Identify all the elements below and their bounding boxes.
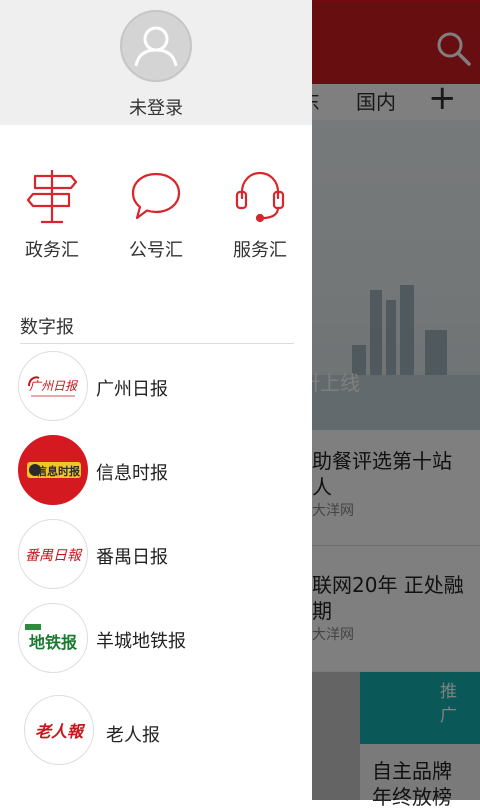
svg-text:信息时报: 信息时报 bbox=[36, 464, 81, 478]
svg-text:番禺日報: 番禺日報 bbox=[25, 548, 83, 564]
user-icon bbox=[134, 26, 178, 67]
paper-item-guangzhou-daily[interactable]: 广州日报 广州日报 bbox=[0, 351, 312, 431]
paper-item-panyu-daily[interactable]: 番禺日報 番禺日报 bbox=[0, 519, 312, 599]
paper-name: 老人报 bbox=[106, 725, 160, 746]
paper-item-elderly-news[interactable]: 老人報 老人报 bbox=[0, 693, 312, 773]
service-services[interactable]: 服务汇 bbox=[208, 160, 312, 270]
section-title: 数字报 bbox=[20, 317, 74, 338]
paper-name: 羊城地铁报 bbox=[96, 631, 186, 652]
user-panel[interactable]: 未登录 bbox=[0, 0, 312, 125]
panyu-daily-logo: 番禺日報 bbox=[18, 519, 88, 589]
svg-text:老人報: 老人報 bbox=[35, 723, 86, 741]
paper-item-xinxi-times[interactable]: 信息时报 信息时报 bbox=[0, 435, 312, 515]
guangzhou-daily-logo: 广州日报 bbox=[18, 351, 88, 421]
xinxi-times-logo: 信息时报 bbox=[18, 435, 88, 505]
paper-name: 番禺日报 bbox=[96, 547, 168, 568]
paper-item-yangcheng-metro[interactable]: 地铁报 羊城地铁报 bbox=[0, 603, 312, 683]
navigation-drawer: 未登录 政务汇 公号汇 服务汇 数字报 广州日报 广州日报 信息时报 信息时报 … bbox=[0, 0, 312, 800]
service-label: 服务汇 bbox=[233, 240, 287, 261]
service-public-accounts[interactable]: 公号汇 bbox=[104, 160, 208, 270]
divider bbox=[20, 343, 294, 344]
svg-text:地铁报: 地铁报 bbox=[29, 633, 77, 652]
svg-text:广州日报: 广州日报 bbox=[29, 379, 79, 393]
paper-name: 广州日报 bbox=[96, 379, 168, 400]
chat-bubble-icon bbox=[131, 172, 181, 220]
yangcheng-metro-logo: 地铁报 bbox=[18, 603, 88, 673]
elderly-news-logo: 老人報 bbox=[24, 695, 94, 765]
avatar[interactable] bbox=[120, 10, 192, 82]
login-status[interactable]: 未登录 bbox=[0, 94, 312, 120]
headset-icon bbox=[235, 171, 285, 223]
paper-name: 信息时报 bbox=[96, 463, 168, 484]
service-government[interactable]: 政务汇 bbox=[0, 160, 104, 270]
service-label: 政务汇 bbox=[25, 240, 79, 261]
signpost-icon bbox=[27, 170, 77, 224]
service-label: 公号汇 bbox=[129, 240, 183, 261]
